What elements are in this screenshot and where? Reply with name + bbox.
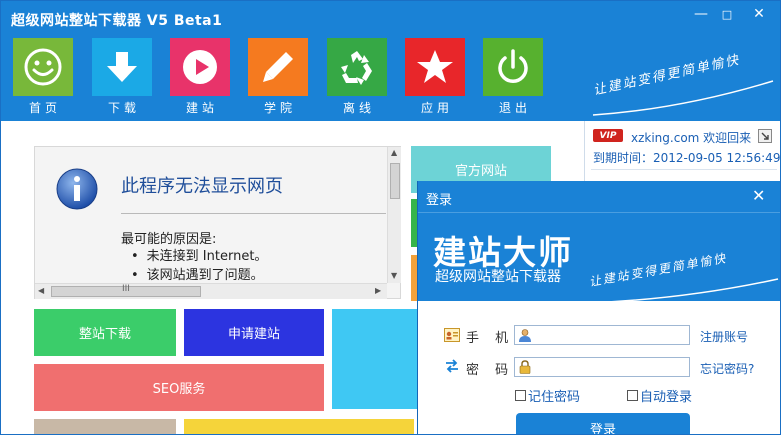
site-download-tile[interactable]: 整站下载 [34, 309, 176, 356]
scroll-left-icon[interactable]: ◀ [38, 286, 44, 295]
star-icon [417, 50, 453, 83]
error-list: 未连接到 Internet。 该网站遇到了问题。 [131, 247, 268, 285]
scroll-down-icon[interactable]: ▼ [391, 271, 397, 280]
nav-build-tile[interactable] [170, 38, 230, 96]
slogan-swoosh [592, 80, 774, 116]
list-item: 未连接到 Internet。 [131, 247, 268, 266]
tan-tile[interactable] [34, 419, 176, 434]
maximize-button[interactable]: □ [715, 8, 739, 21]
nav-build-label: 建站 [185, 101, 218, 115]
login-title: 登录 [426, 193, 453, 208]
scroll-right-icon[interactable]: ▶ [375, 286, 381, 295]
nav-exit-label: 退出 [498, 101, 531, 115]
nav-offline[interactable]: 离线 [327, 38, 387, 118]
divider [591, 169, 777, 170]
nav-home-label: 首页 [28, 101, 61, 115]
nav-offline-label: 离线 [342, 101, 375, 115]
id-card-icon [444, 328, 460, 342]
apply-build-tile[interactable]: 申请建站 [184, 309, 324, 356]
nav-download-label: 下载 [107, 101, 140, 115]
power-icon [498, 49, 528, 83]
minimize-button[interactable]: — [689, 6, 713, 22]
login-header: 登录 ✕ [418, 181, 780, 213]
brand-subtitle: 超级网站整站下载器 [435, 269, 561, 285]
nav-download-tile[interactable] [92, 38, 152, 96]
user-icon [519, 329, 531, 342]
seo-service-tile[interactable]: SEO服务 [34, 364, 324, 411]
nav-apps-label: 应用 [420, 101, 453, 115]
collapse-icon[interactable] [758, 129, 772, 143]
login-close-icon[interactable]: ✕ [752, 186, 765, 205]
login-form: 手 机: 注册账号 密 码: 忘记密码? 记住密码 自动登录 登录 [418, 301, 780, 434]
error-reason: 最可能的原因是: [121, 232, 217, 247]
pencil-icon [263, 52, 293, 82]
password-input[interactable] [514, 357, 690, 377]
vip-badge: VIP [593, 129, 623, 142]
nav-academy[interactable]: 学院 [248, 38, 308, 118]
embedded-browser[interactable]: 此程序无法显示网页 最可能的原因是: 未连接到 Internet。 该网站遇到了… [34, 146, 401, 299]
nav-academy-label: 学院 [263, 101, 296, 115]
nav-exit-tile[interactable] [483, 38, 543, 96]
download-arrow-icon [107, 52, 137, 82]
lock-icon [519, 360, 531, 374]
scroll-thumb[interactable] [390, 163, 400, 199]
info-icon [56, 168, 98, 210]
auto-login-checkbox[interactable]: 自动登录 [627, 386, 692, 405]
login-button[interactable]: 登录 [516, 413, 690, 434]
forgot-password-link[interactable]: 忘记密码? [700, 360, 754, 377]
nav-offline-tile[interactable] [327, 38, 387, 96]
cyan-tile[interactable] [332, 309, 418, 409]
nav-build[interactable]: 建站 [170, 38, 230, 118]
login-dialog: 登录 ✕ 建站大师 超级网站整站下载器 让建站变得更简单愉快 手 机: 注册账号… [417, 181, 780, 434]
error-divider [121, 213, 386, 214]
smiley-icon [24, 48, 62, 86]
nav-home-tile[interactable] [13, 38, 73, 96]
nav-download[interactable]: 下载 [92, 38, 152, 118]
scroll-thumb[interactable]: III [51, 284, 201, 297]
app-window: 超级网站整站下载器 V5 Beta1 — □ ✕ 首页 下载 建站 学院 离线 … [0, 0, 781, 435]
auto-login-label: 自动登录 [640, 390, 693, 405]
checkbox-box[interactable] [515, 390, 526, 401]
yellow-tile[interactable] [184, 419, 414, 434]
vertical-scrollbar[interactable]: ▲ ▼ [387, 147, 401, 283]
window-title: 超级网站整站下载器 V5 Beta1 [11, 13, 223, 29]
nav-home[interactable]: 首页 [13, 38, 73, 118]
swap-arrows-icon [446, 359, 458, 373]
grip-icon: III [122, 284, 130, 294]
play-icon [183, 50, 217, 84]
recycle-icon [341, 51, 372, 85]
nav-academy-tile[interactable] [248, 38, 308, 96]
checkbox-box[interactable] [627, 390, 638, 401]
scroll-up-icon[interactable]: ▲ [391, 148, 397, 157]
nav-exit[interactable]: 退出 [483, 38, 543, 118]
horizontal-scrollbar[interactable]: ◀ III ▶ [35, 283, 387, 299]
nav-apps-tile[interactable] [405, 38, 465, 96]
expire-time: 到期时间：2012-09-05 12:56:49 [593, 151, 781, 165]
welcome-text: xzking.com 欢迎回来 [631, 131, 752, 145]
register-link[interactable]: 注册账号 [700, 328, 748, 345]
nav-apps[interactable]: 应用 [405, 38, 465, 118]
error-title: 此程序无法显示网页 [121, 176, 283, 197]
header: 超级网站整站下载器 V5 Beta1 — □ ✕ 首页 下载 建站 学院 离线 … [1, 1, 780, 121]
remember-password-label: 记住密码 [528, 390, 581, 405]
remember-password-checkbox[interactable]: 记住密码 [515, 386, 580, 405]
phone-input[interactable] [514, 325, 690, 345]
close-button[interactable]: ✕ [747, 6, 771, 22]
